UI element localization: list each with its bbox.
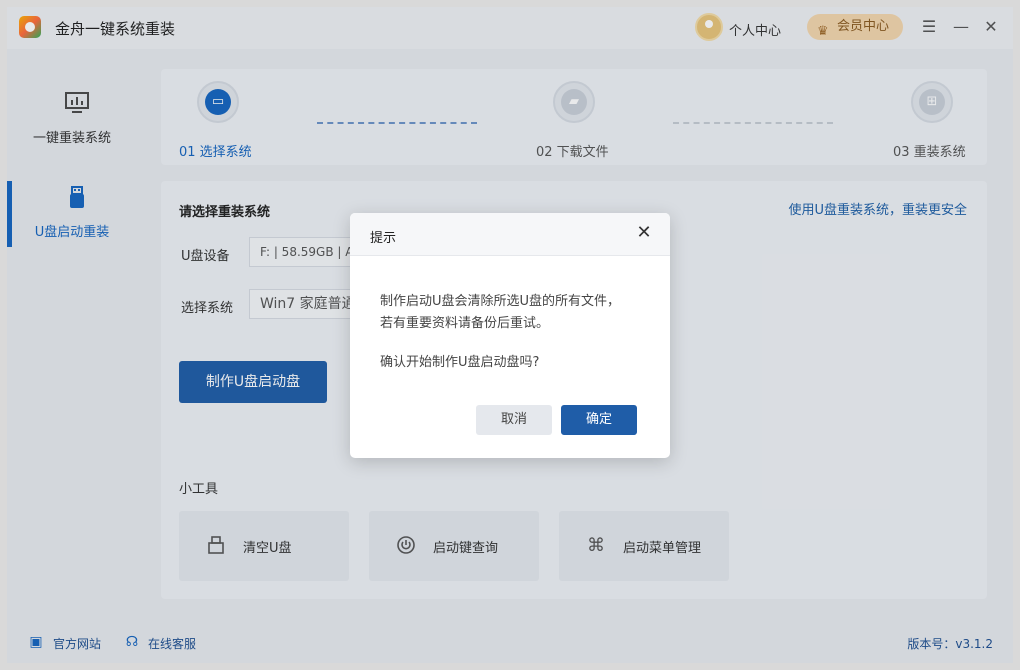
app-window: 金舟一键系统重装 个人中心 ♛ 会员中心 ☰ — ✕ 一键重装系统 U盘启动重装…	[7, 7, 1013, 663]
confirm-dialog: 提示 ✕ 制作启动U盘会清除所选U盘的所有文件， 若有重要资料请备份后重试。 确…	[350, 213, 670, 458]
dialog-message-line-2: 若有重要资料请备份后重试。	[380, 316, 550, 331]
dialog-header: 提示 ✕	[350, 213, 670, 256]
confirm-button[interactable]: 确定	[561, 405, 637, 435]
dialog-question: 确认开始制作U盘启动盘吗?	[380, 355, 540, 370]
dialog-title: 提示	[370, 231, 397, 246]
dialog-message-line-1: 制作启动U盘会清除所选U盘的所有文件，	[380, 294, 621, 309]
dialog-message: 制作启动U盘会清除所选U盘的所有文件， 若有重要资料请备份后重试。	[380, 291, 650, 335]
cancel-button[interactable]: 取消	[476, 405, 552, 435]
close-icon[interactable]: ✕	[632, 221, 656, 245]
